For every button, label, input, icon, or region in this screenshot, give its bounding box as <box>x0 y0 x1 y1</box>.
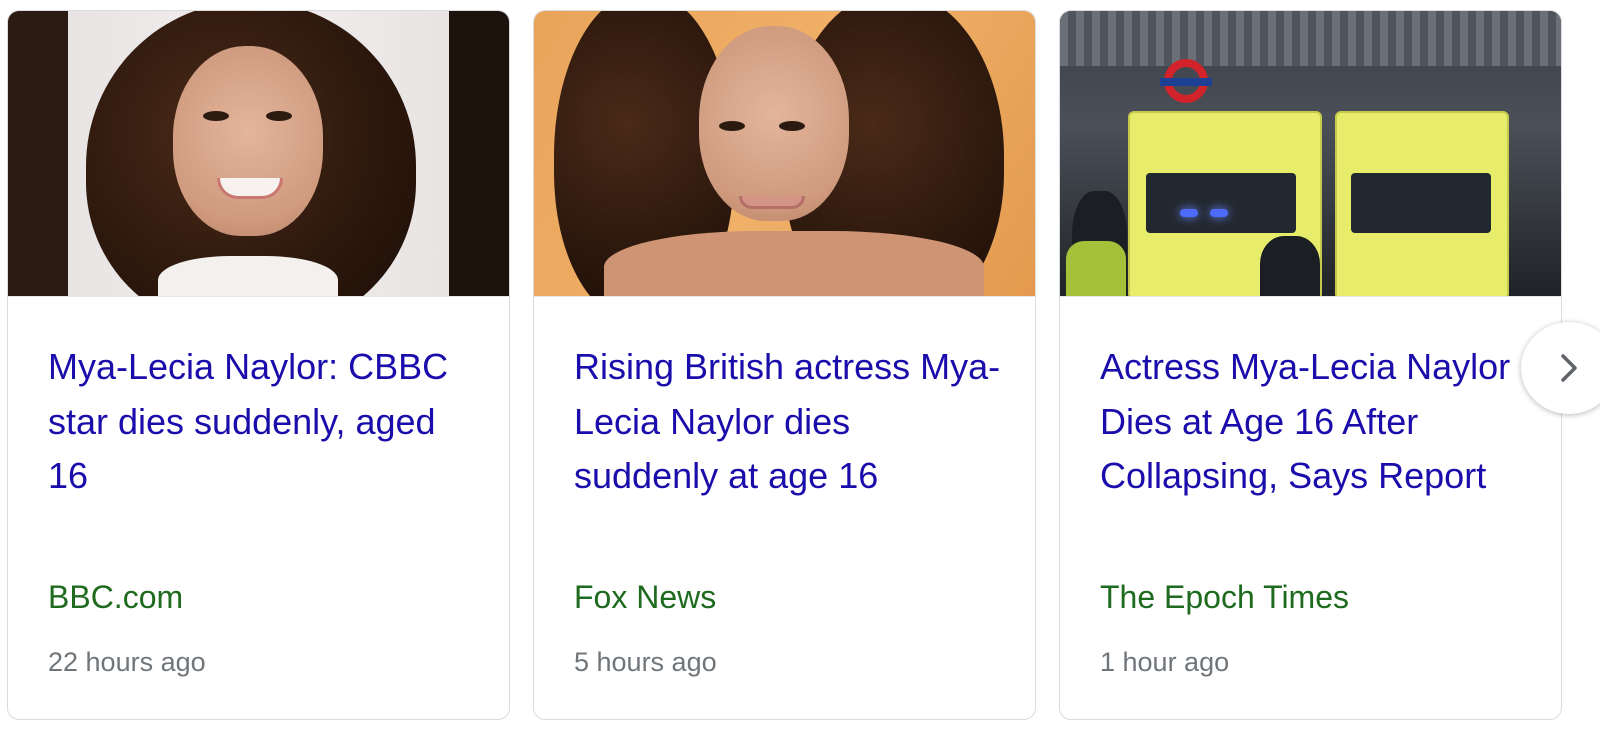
headline-link[interactable]: Rising British actress Mya-Lecia Naylor … <box>574 340 1004 504</box>
news-source: BBC.com <box>48 579 184 615</box>
ambulance-window <box>1351 173 1491 233</box>
news-thumbnail[interactable] <box>534 11 1035 296</box>
news-thumbnail[interactable] <box>8 11 509 296</box>
news-source: Fox News <box>574 579 717 615</box>
ambulance-shape <box>1335 111 1509 296</box>
eye-shape <box>266 111 292 121</box>
news-carousel: Mya-Lecia Naylor: CBBC star dies suddenl… <box>0 0 1600 743</box>
news-card[interactable]: Actress Mya-Lecia Naylor Dies at Age 16 … <box>1059 10 1562 720</box>
eye-shape <box>779 121 805 131</box>
news-card[interactable]: Rising British actress Mya-Lecia Naylor … <box>533 10 1036 720</box>
shirt-shape <box>158 256 338 296</box>
ambulance-window <box>1146 173 1296 233</box>
card-body: Mya-Lecia Naylor: CBBC star dies suddenl… <box>8 296 509 719</box>
eye-shape <box>719 121 745 131</box>
hi-viz-person-shape <box>1066 241 1126 296</box>
news-thumbnail[interactable] <box>1060 11 1561 296</box>
person-shape <box>1260 236 1320 296</box>
news-source: The Epoch Times <box>1100 579 1349 615</box>
shoulder-shape <box>604 231 984 296</box>
eye-shape <box>203 111 229 121</box>
news-card[interactable]: Mya-Lecia Naylor: CBBC star dies suddenl… <box>7 10 510 720</box>
siren-light-icon <box>1180 209 1198 217</box>
timestamp: 5 hours ago <box>574 647 717 677</box>
headline-link[interactable]: Actress Mya-Lecia Naylor Dies at Age 16 … <box>1100 340 1530 504</box>
card-body: Rising British actress Mya-Lecia Naylor … <box>534 296 1035 719</box>
siren-light-icon <box>1210 209 1228 217</box>
card-body: Actress Mya-Lecia Naylor Dies at Age 16 … <box>1060 296 1561 719</box>
mouth-shape <box>739 196 805 209</box>
chevron-right-icon <box>1561 354 1577 382</box>
timestamp: 1 hour ago <box>1100 647 1230 677</box>
underground-roundel-icon <box>1160 59 1212 103</box>
face-shape <box>173 46 323 236</box>
timestamp: 22 hours ago <box>48 647 206 677</box>
headline-link[interactable]: Mya-Lecia Naylor: CBBC star dies suddenl… <box>48 340 478 504</box>
bridge-shape <box>1060 11 1561 66</box>
